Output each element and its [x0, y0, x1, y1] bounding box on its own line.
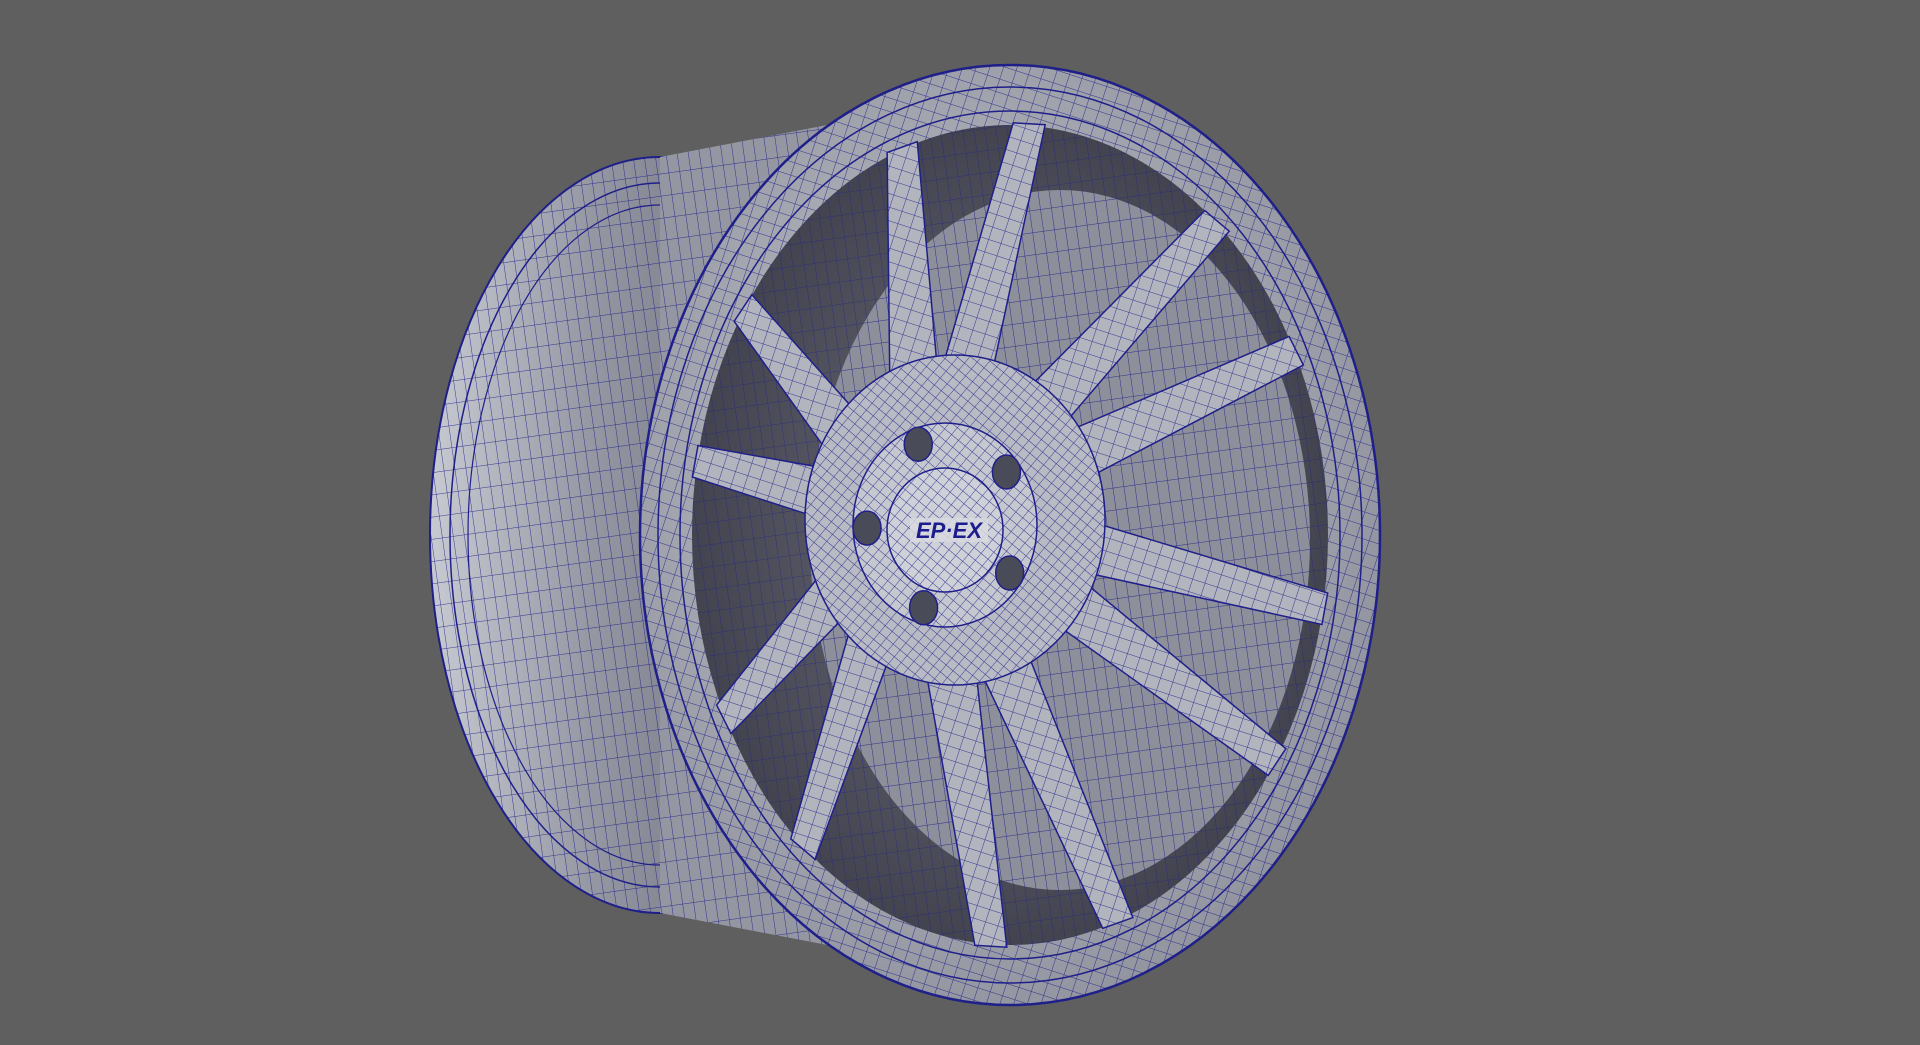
lug-hole	[994, 555, 1025, 591]
lug-hole	[903, 426, 934, 462]
lug-hole	[908, 589, 939, 626]
center-cap: EP·EX	[886, 467, 1004, 593]
lug-hole	[991, 454, 1022, 490]
wheel-model[interactable]: EP·EX	[0, 0, 1920, 1045]
center-logo-text: EP·EX	[916, 518, 983, 543]
3d-viewport[interactable]: EP·EX	[0, 0, 1920, 1045]
lug-hole	[852, 510, 882, 546]
